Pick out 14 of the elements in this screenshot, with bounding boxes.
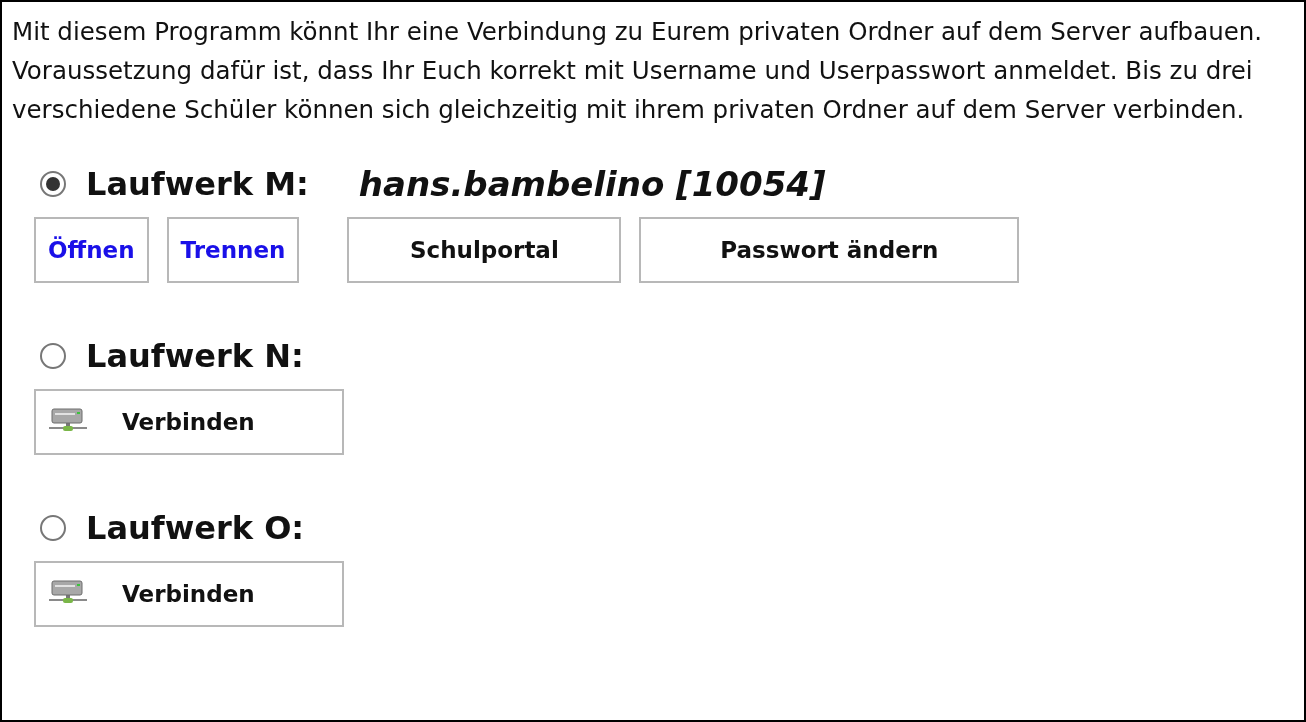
- user-name: hans.bambelino [10054]: [358, 164, 826, 204]
- button[interactable]: Schulportal: [347, 217, 622, 283]
- button[interactable]: Öffnen: [34, 217, 149, 283]
- intro-text: Mit diesem Programm könnt Ihr eine Verbindung zu Eurem privaten Ordner auf dem Server aufbauen. Voraussetzung dafür ist, dass Ihr Euch korrekt mit Username und Userpasswort anmeldet. Bis zu drei verschiedene Schüler können sich gleichzeitig mit ihrem privaten Ordner auf dem Server verbinden.: [12, 16, 1264, 126]
- button[interactable]: Trennen: [166, 217, 300, 283]
- radio-button[interactable]: [40, 343, 66, 369]
- drive-label: Laufwerk M:: [86, 165, 309, 203]
- radio-button[interactable]: [40, 515, 66, 541]
- drive-label: Laufwerk N:: [86, 337, 304, 375]
- radio-button[interactable]: [40, 171, 66, 197]
- drive-label: Laufwerk O:: [86, 509, 305, 547]
- button[interactable]: Passwort ändern: [639, 217, 1020, 283]
- button[interactable]: Verbinden: [34, 389, 344, 455]
- button[interactable]: Verbinden: [34, 561, 344, 627]
